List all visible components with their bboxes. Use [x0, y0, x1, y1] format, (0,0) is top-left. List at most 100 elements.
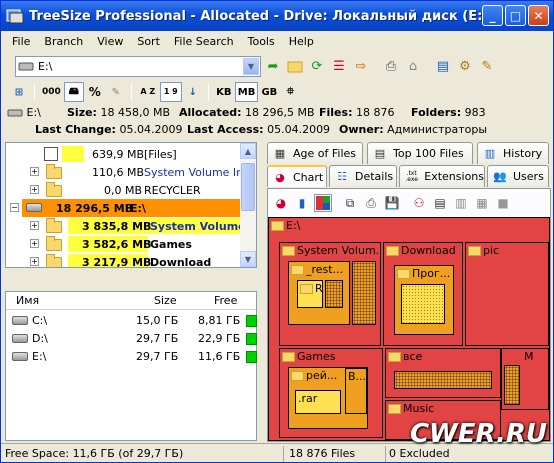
glasses-icon[interactable]: ⚇: [410, 194, 428, 212]
menu-view[interactable]: View: [90, 35, 130, 48]
tab-users[interactable]: 👥 Users: [487, 165, 549, 187]
settings-icon[interactable]: ⚙: [455, 56, 475, 76]
treemap-files[interactable]: [401, 284, 445, 324]
header-free[interactable]: Free: [214, 294, 237, 307]
collapse-icon[interactable]: −: [10, 203, 19, 212]
options-icon[interactable]: ▤: [433, 56, 453, 76]
copy-icon[interactable]: ⧉: [341, 194, 359, 212]
tab-extensions[interactable]: .txt .exe Extensions: [399, 165, 485, 187]
drive-list-header: Имя Size Free: [6, 292, 256, 310]
palette-icon[interactable]: ✎: [106, 82, 126, 102]
menu-sort[interactable]: Sort: [130, 35, 167, 48]
grid-icon[interactable]: ▥: [452, 194, 470, 212]
menu-file-search[interactable]: File Search: [167, 35, 241, 48]
treemap[interactable]: E:\ System Volum... _rest... R Download: [268, 217, 550, 441]
unit-gb-button[interactable]: GB: [259, 82, 279, 102]
header-name[interactable]: Имя: [16, 294, 39, 307]
sort-az-button[interactable]: A Z: [137, 82, 159, 102]
header-size[interactable]: Size: [154, 294, 177, 307]
export-icon[interactable]: ⇨: [351, 56, 371, 76]
tab-history[interactable]: ▥ History: [477, 142, 549, 164]
treemap-rei[interactable]: рей... .rar B...: [288, 367, 368, 429]
treemap-m[interactable]: M: [501, 348, 549, 410]
treemap-rar[interactable]: .rar: [295, 390, 341, 414]
menu-help[interactable]: Help: [282, 35, 321, 48]
chevron-down-icon[interactable]: ▼: [243, 57, 259, 75]
minimize-button[interactable]: _: [482, 5, 503, 26]
count-button[interactable]: 000: [40, 82, 63, 102]
treemap-b[interactable]: B...: [345, 368, 367, 414]
drive-row[interactable]: E:\ 29,7 ГБ 11,6 ГБ: [6, 348, 257, 366]
percent-button[interactable]: %: [85, 82, 105, 102]
treemap-vse[interactable]: все: [385, 348, 501, 398]
filter-icon[interactable]: ✎: [477, 56, 497, 76]
print-icon[interactable]: ⎙: [362, 194, 380, 212]
tree-row[interactable]: + 3 582,6 MB Games: [6, 235, 242, 253]
unit-mb-button[interactable]: MB: [234, 82, 259, 102]
treemap-files[interactable]: [394, 371, 492, 389]
tree-row-selected[interactable]: − 18 296,5 MB E:\: [6, 199, 242, 217]
tab-details[interactable]: ☷ Details: [329, 165, 397, 187]
unit-kb-button[interactable]: KB: [214, 82, 234, 102]
treemap-view-icon[interactable]: [314, 194, 332, 212]
expand-icon[interactable]: +: [30, 221, 39, 230]
expand-icon[interactable]: +: [30, 239, 39, 248]
path-combobox[interactable]: E:\ ▼: [15, 55, 261, 77]
folder-tree[interactable]: 639,9 MB [Files] + 110,6 MB System Volum…: [5, 142, 257, 268]
refresh-icon[interactable]: ⟳: [307, 56, 327, 76]
tab-top-100-files[interactable]: ▤ Top 100 Files: [367, 142, 473, 164]
close-button[interactable]: ✕: [528, 5, 549, 26]
treemap-files[interactable]: [504, 365, 520, 405]
title-bar[interactable]: TreeSize Professional - Allocated - Driv…: [1, 1, 553, 31]
menu-tools[interactable]: Tools: [241, 35, 282, 48]
pie-view-icon[interactable]: ◕: [272, 194, 290, 212]
go-arrow-icon[interactable]: ➦: [263, 56, 283, 76]
expand-icon[interactable]: +: [30, 257, 39, 266]
menu-branch[interactable]: Branch: [37, 35, 90, 48]
tree-row[interactable]: 639,9 MB [Files]: [6, 145, 242, 163]
treemap-prog[interactable]: Прог...: [394, 265, 454, 335]
print-icon[interactable]: ⎙: [381, 56, 401, 76]
treemap-system-volume[interactable]: System Volum... _rest... R: [279, 242, 381, 346]
maximize-button[interactable]: □: [505, 5, 526, 26]
tree-row[interactable]: + 3 217,9 MB Download: [6, 253, 242, 267]
expand-icon[interactable]: +: [30, 185, 39, 194]
treemap-files[interactable]: [325, 280, 343, 308]
drive-free: 11,6 ГБ: [198, 350, 241, 363]
save-icon[interactable]: 💾: [383, 194, 401, 212]
tree-row[interactable]: + 3 835,8 MB System Volume I: [6, 217, 254, 235]
scroll-thumb[interactable]: [241, 163, 255, 211]
menu-file[interactable]: File: [5, 35, 37, 48]
tab-age-of-files[interactable]: ▦ Age of Files: [267, 142, 363, 164]
treemap-download[interactable]: Download Прог...: [383, 242, 463, 346]
columns-icon[interactable]: ▦: [473, 194, 491, 212]
treemap-files[interactable]: [352, 261, 376, 325]
sort-down-icon[interactable]: ↓: [183, 82, 203, 102]
bar-view-icon[interactable]: ▮: [293, 194, 311, 212]
home-icon[interactable]: ⌂: [403, 56, 423, 76]
tree-row[interactable]: + 110,6 MB System Volume Infor: [6, 163, 256, 181]
tree-scrollbar[interactable]: ▲ ▼: [240, 143, 256, 267]
tab-chart[interactable]: ◕ Chart: [267, 165, 327, 187]
list-report-icon[interactable]: ☰: [329, 56, 349, 76]
toolbar-separator: [207, 83, 209, 101]
expand-icon[interactable]: +: [30, 167, 39, 176]
scroll-up-icon[interactable]: ▲: [240, 143, 256, 159]
tree-row[interactable]: + 0,0 MB RECYCLER: [6, 181, 242, 199]
auto-unit-icon[interactable]: ⯐: [280, 82, 300, 102]
legend-icon[interactable]: ▤: [431, 194, 449, 212]
drive-view-icon[interactable]: 🖴: [63, 82, 84, 102]
expand-tree-icon[interactable]: ⊞: [9, 82, 29, 102]
treemap-rest[interactable]: _rest... R: [288, 261, 350, 325]
drive-row[interactable]: C:\ 15,0 ГБ 8,81 ГБ: [6, 312, 257, 330]
drive-row[interactable]: D:\ 29,7 ГБ 22,9 ГБ: [6, 330, 257, 348]
sort-size-button[interactable]: 1 9: [159, 82, 182, 102]
treemap-r[interactable]: R: [297, 280, 323, 308]
open-folder-icon[interactable]: [285, 56, 305, 76]
treemap-pic[interactable]: pic: [465, 242, 549, 346]
treemap-text: Прог...: [412, 267, 451, 280]
list-icon: ▤: [374, 147, 386, 160]
treemap-games[interactable]: Games рей... .rar B...: [279, 348, 383, 438]
scroll-down-icon[interactable]: ▼: [240, 251, 256, 267]
gray-square-icon[interactable]: ■: [494, 194, 512, 212]
